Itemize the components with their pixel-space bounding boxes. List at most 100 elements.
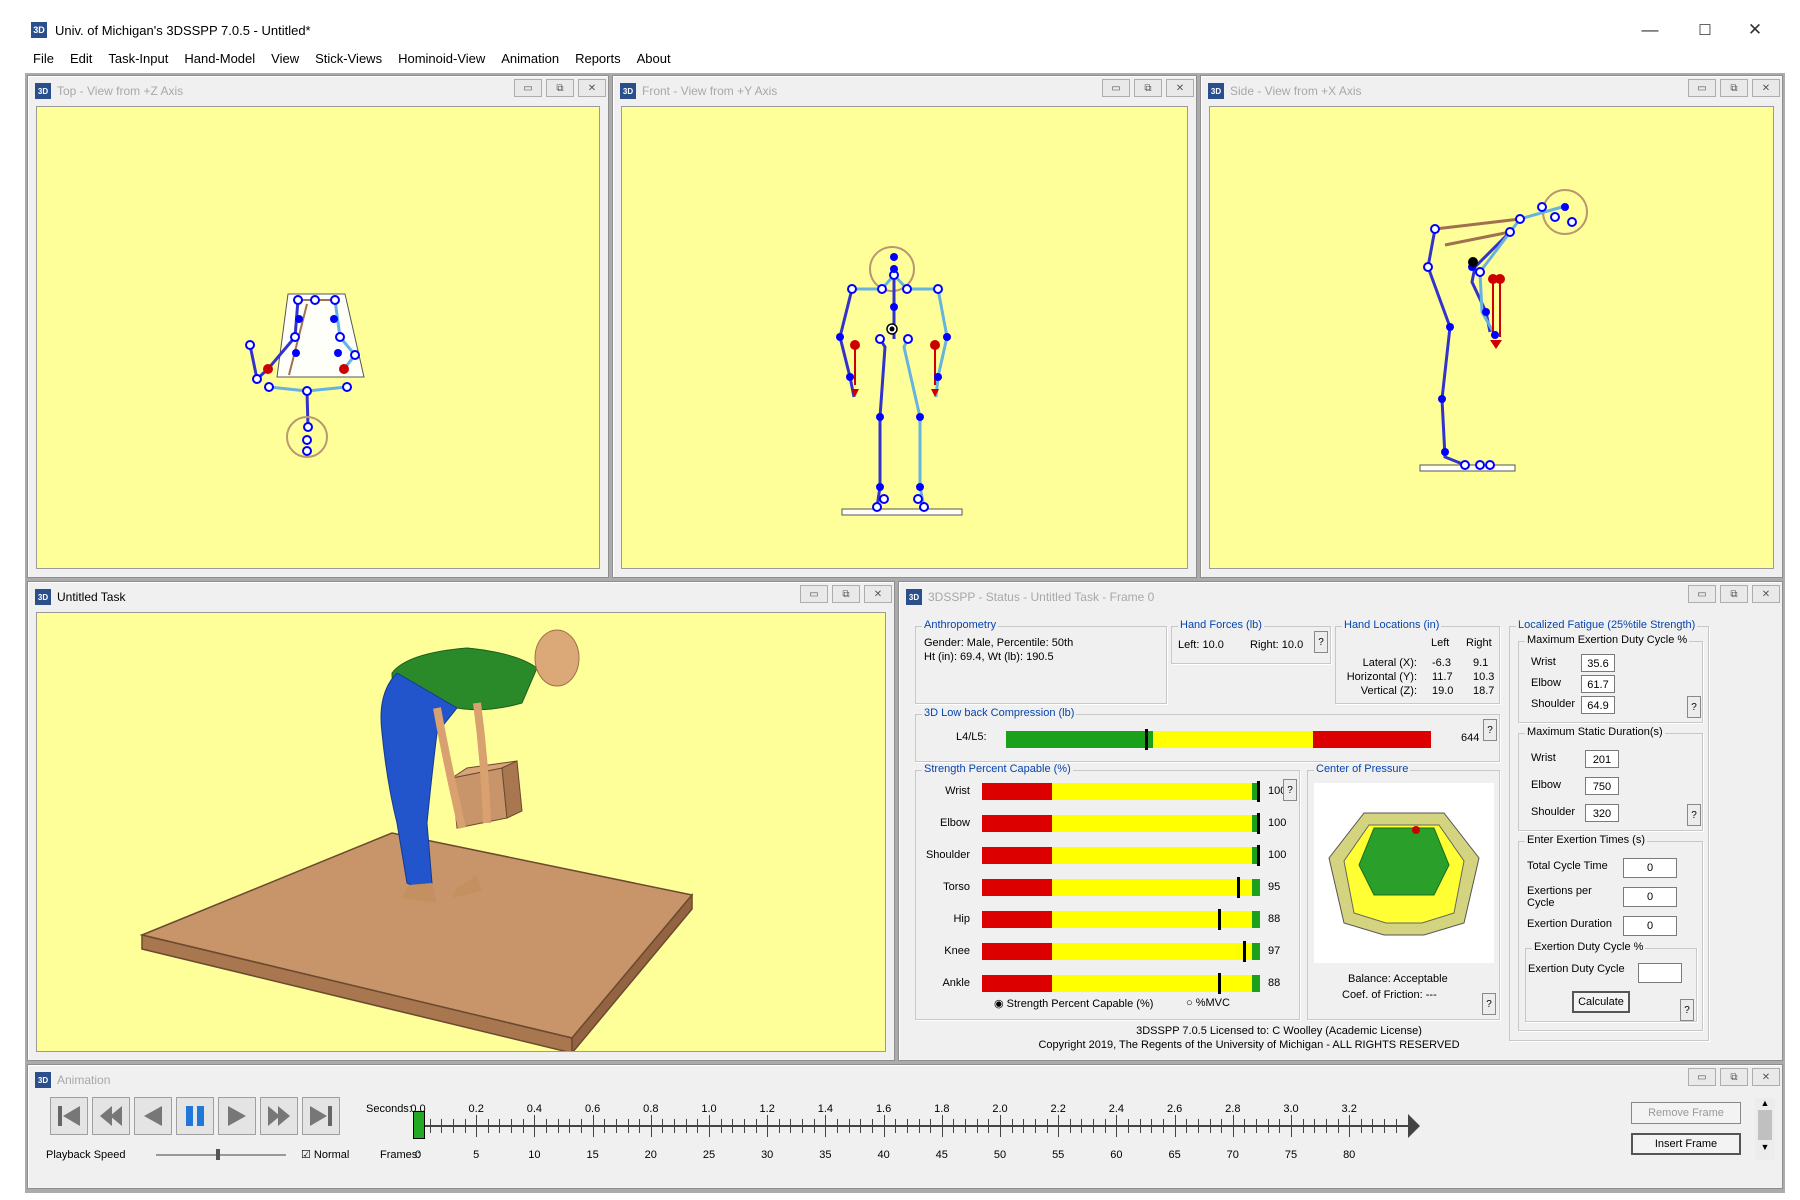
strength-radio[interactable]: ◉ Strength Percent Capable (%) — [994, 997, 1153, 1010]
duty-help-button[interactable]: ? — [1687, 696, 1701, 718]
close-icon[interactable]: ✕ — [1752, 79, 1780, 97]
timeline-tick — [1209, 1119, 1211, 1133]
close-icon[interactable]: ✕ — [1166, 79, 1194, 97]
menu-task-input[interactable]: Task-Input — [100, 48, 176, 70]
exertion-help-button[interactable]: ? — [1680, 999, 1694, 1021]
step-forward-button[interactable] — [260, 1097, 298, 1135]
last-frame-button[interactable] — [302, 1097, 340, 1135]
timeline-tick — [569, 1119, 571, 1133]
restore-icon[interactable]: ⧉ — [546, 79, 574, 97]
animation-window[interactable]: 3D Animation ▭ ⧉ ✕ Playback Speed ☑ Normal … — [27, 1064, 1783, 1189]
static-help-button[interactable]: ? — [1687, 804, 1701, 826]
maximize-button[interactable]: ☐ — [1680, 15, 1730, 45]
total-cycle-input[interactable]: 0 — [1623, 858, 1677, 878]
scroll-thumb[interactable] — [1758, 1110, 1772, 1140]
timeline-tick — [1058, 1115, 1060, 1137]
seconds-label: 0.4 — [526, 1103, 543, 1115]
strength-marker — [1257, 781, 1260, 802]
step-back-button[interactable] — [92, 1097, 130, 1135]
menu-stick-views[interactable]: Stick-Views — [307, 48, 390, 70]
timeline-track[interactable] — [418, 1125, 1408, 1127]
scroll-down-icon[interactable]: ▼ — [1755, 1142, 1775, 1152]
restore-icon[interactable]: ⧉ — [1134, 79, 1162, 97]
current-frame-marker[interactable] — [413, 1111, 425, 1139]
strength-label: Hip — [953, 913, 970, 925]
timeline-end-arrow-icon — [1408, 1114, 1420, 1138]
front-view-canvas[interactable] — [621, 106, 1188, 569]
first-frame-button[interactable] — [50, 1097, 88, 1135]
window-icon: 3D — [906, 589, 922, 605]
front-view-window[interactable]: 3D Front - View from +Y Axis ▭ ⧉ ✕ — [612, 75, 1197, 578]
menu-reports[interactable]: Reports — [567, 48, 629, 70]
top-view-window[interactable]: 3D Top - View from +Z Axis ▭ ⧉ ✕ — [27, 75, 609, 578]
timeline-tick — [778, 1119, 780, 1133]
scrollbar[interactable]: ▲ ▼ — [1755, 1098, 1775, 1160]
minimize-icon[interactable]: ▭ — [1688, 1068, 1716, 1086]
cop-help-button[interactable]: ? — [1482, 993, 1496, 1015]
scroll-up-icon[interactable]: ▲ — [1755, 1098, 1775, 1108]
strength-help-button[interactable]: ? — [1283, 779, 1297, 801]
anthro-gender: Gender: Male, Percentile: 50th — [924, 637, 1074, 649]
task-3d-canvas[interactable] — [36, 612, 886, 1052]
remove-frame-button[interactable]: Remove Frame — [1631, 1102, 1741, 1124]
menu-edit[interactable]: Edit — [62, 48, 100, 70]
status-window[interactable]: 3D 3DSSPP - Status - Untitled Task - Fram… — [898, 581, 1783, 1061]
restore-icon[interactable]: ⧉ — [1720, 1068, 1748, 1086]
front-view-figure — [836, 246, 963, 516]
hand-force-right: Right: 10.0 — [1250, 639, 1304, 651]
menu-view[interactable]: View — [263, 48, 307, 70]
minimize-icon[interactable]: ▭ — [514, 79, 542, 97]
close-icon[interactable]: ✕ — [1752, 585, 1780, 603]
compression-help-button[interactable]: ? — [1483, 719, 1497, 741]
timeline-tick — [1128, 1119, 1130, 1133]
timeline-tick — [615, 1119, 617, 1133]
timeline-tick — [1104, 1119, 1106, 1133]
pause-button[interactable] — [176, 1097, 214, 1135]
duty-elbow: 61.7 — [1581, 675, 1615, 693]
minimize-icon[interactable]: ▭ — [800, 585, 828, 603]
hand-locations-group: Hand Locations (in) Left Right Lateral (… — [1335, 619, 1500, 704]
minimize-button[interactable]: — — [1625, 15, 1675, 45]
menu-about[interactable]: About — [629, 48, 679, 70]
exertions-per-cycle-input[interactable]: 0 — [1623, 887, 1677, 907]
close-icon[interactable]: ✕ — [578, 79, 606, 97]
side-view-canvas[interactable] — [1209, 106, 1774, 569]
minimize-icon[interactable]: ▭ — [1688, 79, 1716, 97]
calculate-button[interactable]: Calculate — [1572, 991, 1630, 1013]
timeline-tick — [1162, 1119, 1164, 1133]
playback-speed-slider[interactable] — [156, 1154, 286, 1156]
side-view-window[interactable]: 3D Side - View from +X Axis ▭ ⧉ ✕ — [1200, 75, 1783, 578]
timeline-tick — [1267, 1119, 1269, 1133]
strength-value: 100 — [1268, 817, 1287, 829]
center-of-pressure-group: Center of Pressure Balance: Acceptable C… — [1307, 763, 1500, 1020]
timeline-tick — [825, 1115, 827, 1137]
minimize-icon[interactable]: ▭ — [1102, 79, 1130, 97]
restore-icon[interactable]: ⧉ — [832, 585, 860, 603]
timeline-tick — [487, 1119, 489, 1133]
play-backward-button[interactable] — [134, 1097, 172, 1135]
play-button[interactable] — [218, 1097, 256, 1135]
exertion-duration-input[interactable]: 0 — [1623, 916, 1677, 936]
hand-forces-help-button[interactable]: ? — [1314, 631, 1328, 653]
close-button[interactable]: ✕ — [1730, 15, 1780, 45]
minimize-icon[interactable]: ▭ — [1688, 585, 1716, 603]
slider-thumb[interactable] — [216, 1149, 220, 1160]
menu-file[interactable]: File — [25, 48, 62, 70]
task-view-window[interactable]: 3D Untitled Task ▭ ⧉ ✕ — [27, 581, 895, 1061]
seconds-label: 2.2 — [1050, 1103, 1066, 1115]
restore-icon[interactable]: ⧉ — [1720, 79, 1748, 97]
close-icon[interactable]: ✕ — [1752, 1068, 1780, 1086]
insert-frame-button[interactable]: Insert Frame — [1631, 1133, 1741, 1155]
menu-hominoid-view[interactable]: Hominoid-View — [390, 48, 493, 70]
menu-hand-model[interactable]: Hand-Model — [176, 48, 263, 70]
mvc-radio[interactable]: ○ %MVC — [1186, 997, 1230, 1009]
timeline-tick — [662, 1119, 664, 1133]
frame-label: 30 — [761, 1149, 774, 1161]
window-title: Untitled Task — [57, 590, 126, 604]
restore-icon[interactable]: ⧉ — [1720, 585, 1748, 603]
close-icon[interactable]: ✕ — [864, 585, 892, 603]
window-title: Animation — [57, 1073, 111, 1087]
top-view-canvas[interactable] — [36, 106, 600, 569]
normal-checkbox[interactable]: ☑ Normal — [301, 1148, 349, 1161]
menu-animation[interactable]: Animation — [493, 48, 567, 70]
